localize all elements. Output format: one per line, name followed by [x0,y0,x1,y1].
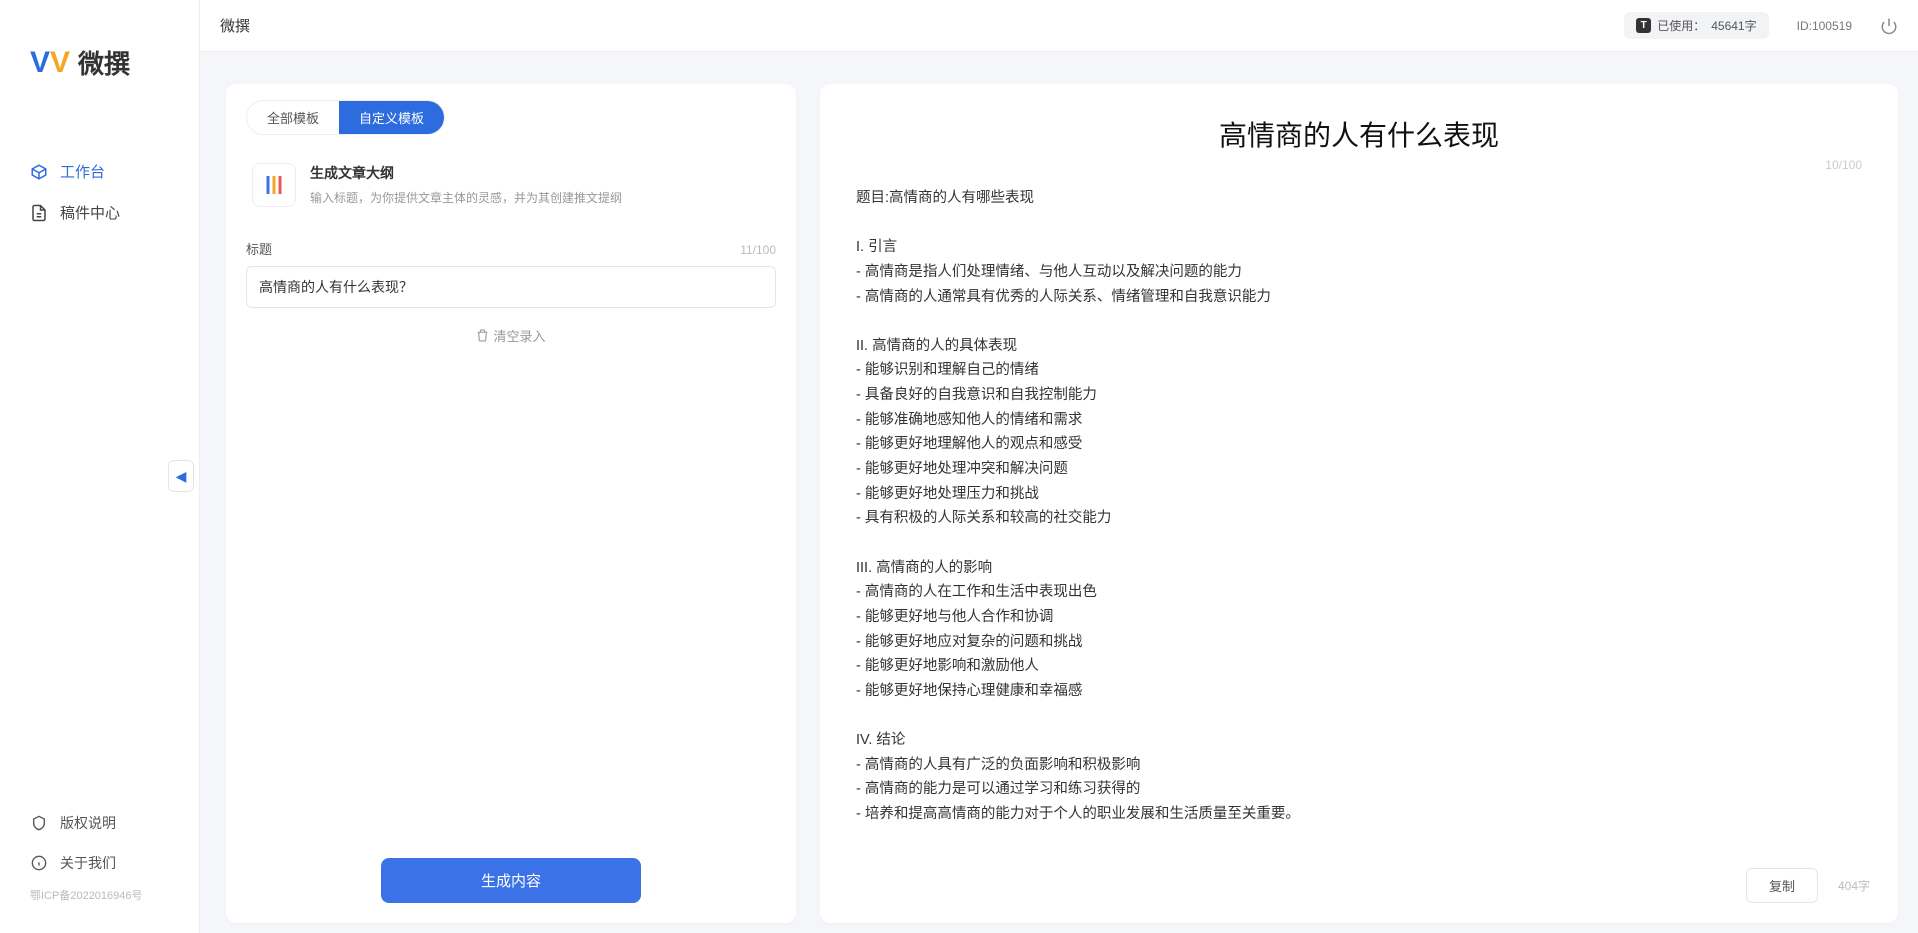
trash-icon [476,329,489,342]
field-counter: 11/100 [740,243,776,257]
sidebar-item-label: 关于我们 [60,853,116,873]
power-icon[interactable] [1880,17,1898,35]
field-label: 标题 [246,239,272,258]
text-count-icon: T [1636,18,1651,33]
template-meta: 生成文章大纲 输入标题，为你提供文章主体的灵感，并为其创建推文提纲 [310,163,622,207]
logo-text: 微撰 [78,44,130,81]
word-count: 404字 [1838,877,1870,894]
usage-label: 已使用： [1657,17,1705,34]
doc-icon [30,204,48,222]
template-icon [252,163,296,207]
generate-button[interactable]: 生成内容 [381,858,641,903]
document-title-counter: 10/100 [848,158,1870,172]
tab-custom-templates[interactable]: 自定义模板 [339,101,444,134]
logo: VV 微撰 [0,0,199,111]
sidebar-item-copyright[interactable]: 版权说明 [0,803,199,843]
copy-button[interactable]: 复制 [1746,868,1818,903]
chevron-left-icon: ◀ [176,468,187,485]
document-title[interactable]: 高情商的人有什么表现 [848,114,1870,154]
sidebar-item-label: 版权说明 [60,813,116,833]
template-tabs: 全部模板 自定义模板 [246,100,445,135]
left-panel: 全部模板 自定义模板 生成文章大纲 输入标题，为你提供文章主体的灵感，并为其创建… [226,84,796,923]
tab-all-templates[interactable]: 全部模板 [247,101,339,134]
sidebar-nav: 工作台 稿件中心 [0,111,199,803]
clear-input-button[interactable]: 清空录入 [246,326,776,345]
document-body[interactable]: 题目:高情商的人有哪些表现 I. 引言 - 高情商是指人们处理情绪、与他人互动以… [848,186,1870,827]
template-desc: 输入标题，为你提供文章主体的灵感，并为其创建推文提纲 [310,189,622,206]
usage-value: 45641字 [1711,17,1756,34]
logo-mark: VV [30,48,70,78]
sidebar-item-drafts[interactable]: 稿件中心 [0,192,199,233]
sidebar-bottom: 版权说明 关于我们 鄂ICP备2022016946号 [0,803,199,933]
info-icon [30,854,48,872]
sidebar-item-label: 稿件中心 [60,202,120,223]
main: 全部模板 自定义模板 生成文章大纲 输入标题，为你提供文章主体的灵感，并为其创建… [200,52,1918,933]
field-label-row: 标题 11/100 [246,239,776,258]
document-footer: 复制 404字 [848,854,1870,903]
header-right: T 已使用： 45641字 ID:100519 [1624,12,1898,39]
title-input[interactable] [246,266,776,308]
sidebar-item-workspace[interactable]: 工作台 [0,151,199,192]
clear-input-label: 清空录入 [493,326,545,345]
shield-icon [30,814,48,832]
template-card: 生成文章大纲 输入标题，为你提供文章主体的灵感，并为其创建推文提纲 [246,153,776,225]
usage-badge[interactable]: T 已使用： 45641字 [1624,12,1768,39]
header-title: 微撰 [220,15,250,36]
header: 微撰 T 已使用： 45641字 ID:100519 [200,0,1918,52]
sidebar-item-label: 工作台 [60,161,105,182]
cube-icon [30,163,48,181]
template-title: 生成文章大纲 [310,163,622,183]
sidebar-item-about[interactable]: 关于我们 [0,843,199,883]
user-id: ID:100519 [1797,19,1852,33]
right-panel: 高情商的人有什么表现 10/100 题目:高情商的人有哪些表现 I. 引言 - … [820,84,1898,923]
sidebar-collapse-button[interactable]: ◀ [168,460,194,492]
icp-text: 鄂ICP备2022016946号 [0,883,199,913]
